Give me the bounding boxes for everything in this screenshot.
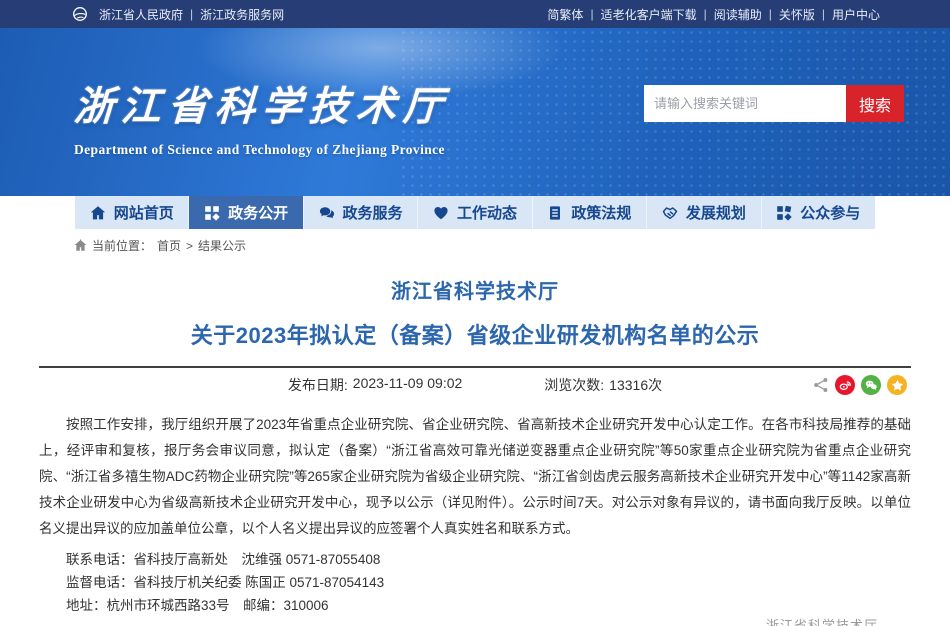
topbar-right-links: 简繁体 | 适老化客户端下载 | 阅读辅助 | 关怀版 | 用户中心 [547, 6, 880, 23]
topbar-link-reading-aid[interactable]: 阅读辅助 [714, 6, 762, 23]
search-button[interactable]: 搜索 [846, 85, 904, 122]
document-icon [547, 205, 563, 221]
page: 浙江省人民政府 | 浙江政务服务网 简繁体 | 适老化客户端下载 | 阅读辅助 … [0, 0, 950, 626]
footer-signature: 浙江省科学技术厅 [766, 615, 878, 626]
article-body-paragraph: 按照工作安排，我厅组织开展了2023年省重点企业研究院、省企业研究院、省高新技术… [39, 412, 911, 542]
topbar-link-simplified-traditional[interactable]: 简繁体 [547, 6, 583, 23]
breadcrumb-prefix: 当前位置： [92, 237, 152, 254]
address-line: 地址：杭州市环城西路33号 邮编：310006 [39, 594, 911, 617]
site-logo[interactable]: 浙江省科学技术厅 Department of Science and Techn… [74, 74, 450, 158]
site-search: 搜索 [644, 85, 904, 122]
nav-tab-public-participation[interactable]: 公众参与 [762, 196, 875, 229]
views-value: 13316次 [609, 375, 662, 395]
qzone-share-icon[interactable] [887, 375, 907, 395]
separator: | [190, 7, 193, 21]
nav-tab-label: 政务公开 [228, 202, 288, 223]
government-emblem-icon [72, 6, 88, 22]
nav-tab-development-planning[interactable]: 发展规划 [647, 196, 761, 229]
share-icon[interactable] [813, 377, 829, 393]
home-icon [90, 205, 106, 221]
main-navigation: 网站首页 政务公开 政务服务 工作动态 [0, 196, 950, 229]
article-meta: 发布日期: 2023-11-09 09:02 浏览次数: 13316次 [39, 368, 911, 402]
supervision-phone-line: 监督电话：省科技厅机关纪委 陈国正 0571-87054143 [39, 571, 911, 594]
site-banner: 浙江省科学技术厅 Department of Science and Techn… [0, 28, 950, 196]
nav-tab-home[interactable]: 网站首页 [75, 196, 189, 229]
search-input[interactable] [644, 85, 846, 122]
nav-tab-label: 网站首页 [114, 202, 174, 223]
publish-date-label: 发布日期: [288, 375, 348, 395]
topbar-link-user-center[interactable]: 用户中心 [832, 6, 880, 23]
nav-tab-label: 政策法规 [571, 202, 631, 223]
nav-tab-work-updates[interactable]: 工作动态 [418, 196, 532, 229]
site-title-english: Department of Science and Technology of … [74, 142, 450, 158]
publish-date-value: 2023-11-09 09:02 [353, 375, 463, 395]
separator: | [590, 7, 593, 21]
topbar-link-service-network[interactable]: 浙江政务服务网 [200, 6, 284, 23]
site-title: 浙江省科学技术厅 [72, 74, 451, 132]
breadcrumb: 当前位置： 首页 > 结果公示 [0, 229, 950, 261]
contact-info: 联系电话：省科技厅高新处 沈维强 0571-87055408 监督电话：省科技厅… [39, 548, 911, 617]
separator: | [704, 7, 707, 21]
topbar-left-links: 浙江省人民政府 | 浙江政务服务网 [72, 6, 284, 23]
share-toolbar [813, 375, 907, 395]
article: 浙江省科学技术厅 关于2023年拟认定（备案）省级企业研发机构名单的公示 发布日… [39, 261, 911, 626]
openness-pinwheel-icon [204, 205, 220, 221]
nav-tab-label: 发展规划 [686, 202, 746, 223]
nav-tab-policies-regulations[interactable]: 政策法规 [533, 196, 647, 229]
nav-tab-label: 政务服务 [343, 202, 403, 223]
article-title-line2: 关于2023年拟认定（备案）省级企业研发机构名单的公示 [39, 318, 911, 350]
separator: | [769, 7, 772, 21]
nav-tab-label: 工作动态 [457, 202, 517, 223]
breadcrumb-home-link[interactable]: 首页 [157, 237, 181, 254]
contact-phone-line: 联系电话：省科技厅高新处 沈维强 0571-87055408 [39, 548, 911, 571]
wechat-share-icon[interactable] [861, 375, 881, 395]
nav-tab-government-openness[interactable]: 政务公开 [189, 192, 303, 229]
article-title-line1: 浙江省科学技术厅 [39, 275, 911, 304]
topbar-link-care-version[interactable]: 关怀版 [779, 6, 815, 23]
handshake-icon [662, 205, 678, 221]
heart-icon [433, 205, 449, 221]
home-small-icon [74, 239, 87, 252]
topbar-link-elderly-client-download[interactable]: 适老化客户端下载 [601, 6, 697, 23]
breadcrumb-separator: > [186, 239, 193, 253]
nav-tab-government-services[interactable]: 政务服务 [304, 196, 418, 229]
separator: | [822, 7, 825, 21]
breadcrumb-current: 结果公示 [198, 237, 246, 254]
topbar-link-provincial-government[interactable]: 浙江省人民政府 [99, 6, 183, 23]
views-label: 浏览次数: [544, 375, 604, 395]
chat-bubbles-icon [319, 205, 335, 221]
participation-pinwheel-icon [776, 205, 792, 221]
nav-tab-label: 公众参与 [800, 202, 860, 223]
weibo-share-icon[interactable] [835, 375, 855, 395]
top-utility-bar: 浙江省人民政府 | 浙江政务服务网 简繁体 | 适老化客户端下载 | 阅读辅助 … [0, 0, 950, 28]
